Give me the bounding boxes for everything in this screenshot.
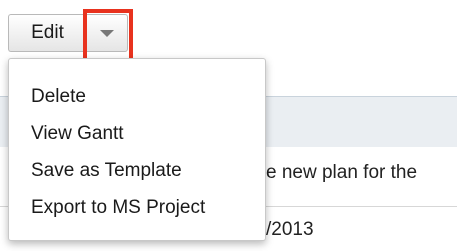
plan-date-text: /2013 xyxy=(266,219,314,240)
edit-button[interactable]: Edit xyxy=(8,14,86,52)
dropdown-toggle-highlight xyxy=(83,9,133,62)
menu-item-export-to-ms-project[interactable]: Export to MS Project xyxy=(9,189,265,226)
menu-item-save-as-template[interactable]: Save as Template xyxy=(9,152,265,189)
menu-item-delete[interactable]: Delete xyxy=(9,78,265,115)
menu-item-view-gantt[interactable]: View Gantt xyxy=(9,115,265,152)
plan-description-text: e new plan for the xyxy=(266,162,418,183)
actions-dropdown-menu: Delete View Gantt Save as Template Expor… xyxy=(8,58,266,241)
